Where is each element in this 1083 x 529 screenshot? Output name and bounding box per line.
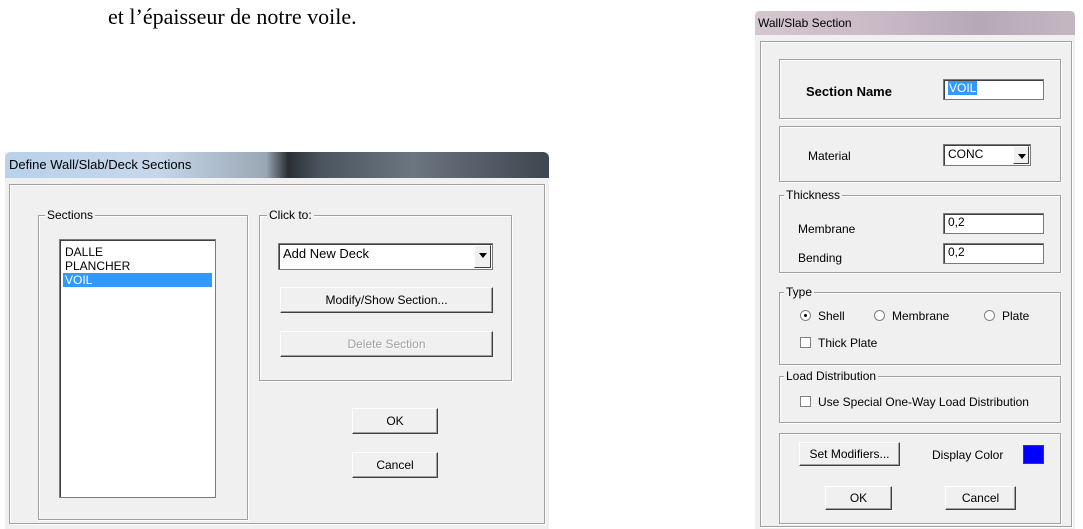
list-item-voil[interactable]: VOIL bbox=[63, 273, 212, 287]
document-paragraph: et l’épaisseur de notre voile. bbox=[108, 4, 357, 29]
chevron-down-icon[interactable] bbox=[1013, 146, 1029, 164]
material-label: Material bbox=[808, 149, 851, 163]
define-sections-title: Define Wall/Slab/Deck Sections bbox=[9, 157, 192, 172]
special-one-way-label[interactable]: Use Special One-Way Load Distribution bbox=[818, 395, 1029, 409]
radio-shell[interactable] bbox=[800, 310, 811, 321]
modify-show-section-button[interactable]: Modify/Show Section... bbox=[280, 287, 493, 313]
radio-membrane[interactable] bbox=[874, 310, 885, 321]
list-item-dalle[interactable]: DALLE bbox=[63, 245, 212, 259]
type-label: Type bbox=[784, 285, 815, 299]
cancel-button[interactable]: Cancel bbox=[945, 486, 1016, 510]
wall-slab-title: Wall/Slab Section bbox=[758, 16, 852, 30]
ok-button[interactable]: OK bbox=[825, 486, 892, 510]
section-name-value: VOIL bbox=[948, 81, 978, 95]
special-one-way-checkbox[interactable] bbox=[800, 396, 811, 407]
thick-plate-checkbox[interactable] bbox=[800, 337, 811, 348]
load-distribution-label: Load Distribution bbox=[784, 369, 879, 383]
action-select-value: Add New Deck bbox=[283, 246, 369, 261]
cancel-button[interactable]: Cancel bbox=[352, 452, 438, 478]
set-modifiers-button[interactable]: Set Modifiers... bbox=[799, 442, 900, 466]
ok-button[interactable]: OK bbox=[352, 408, 438, 434]
define-sections-titlebar[interactable]: Define Wall/Slab/Deck Sections bbox=[5, 152, 549, 178]
section-name-field[interactable]: VOIL bbox=[943, 79, 1044, 100]
radio-shell-label[interactable]: Shell bbox=[818, 309, 845, 323]
action-select[interactable]: Add New Deck bbox=[278, 243, 493, 270]
material-select-value: CONC bbox=[948, 147, 984, 161]
radio-membrane-label[interactable]: Membrane bbox=[892, 309, 949, 323]
section-name-label: Section Name bbox=[806, 84, 892, 99]
chevron-down-icon[interactable] bbox=[474, 245, 491, 268]
bending-field[interactable]: 0,2 bbox=[943, 243, 1044, 264]
wall-slab-section-dialog: Wall/Slab Section Section Name VOIL Mate… bbox=[755, 11, 1075, 529]
material-select[interactable]: CONC bbox=[943, 144, 1031, 166]
define-sections-dialog: Define Wall/Slab/Deck Sections Sections … bbox=[5, 152, 549, 529]
radio-plate-label[interactable]: Plate bbox=[1002, 309, 1029, 323]
display-color-label: Display Color bbox=[932, 448, 1004, 462]
thick-plate-label[interactable]: Thick Plate bbox=[818, 336, 877, 350]
type-group: Type bbox=[779, 285, 1061, 365]
sections-group-label: Sections bbox=[45, 208, 96, 222]
membrane-field[interactable]: 0,2 bbox=[943, 213, 1044, 234]
click-to-group-label: Click to: bbox=[267, 208, 314, 222]
thickness-label: Thickness bbox=[784, 188, 843, 202]
radio-plate[interactable] bbox=[984, 310, 995, 321]
wall-slab-titlebar[interactable]: Wall/Slab Section bbox=[755, 11, 1075, 35]
sections-listbox[interactable]: DALLE PLANCHER VOIL bbox=[59, 239, 216, 498]
bending-label: Bending bbox=[798, 251, 843, 265]
delete-section-button[interactable]: Delete Section bbox=[280, 331, 493, 357]
membrane-label: Membrane bbox=[798, 222, 856, 236]
display-color-swatch[interactable] bbox=[1023, 445, 1044, 464]
list-item-plancher[interactable]: PLANCHER bbox=[63, 259, 212, 273]
